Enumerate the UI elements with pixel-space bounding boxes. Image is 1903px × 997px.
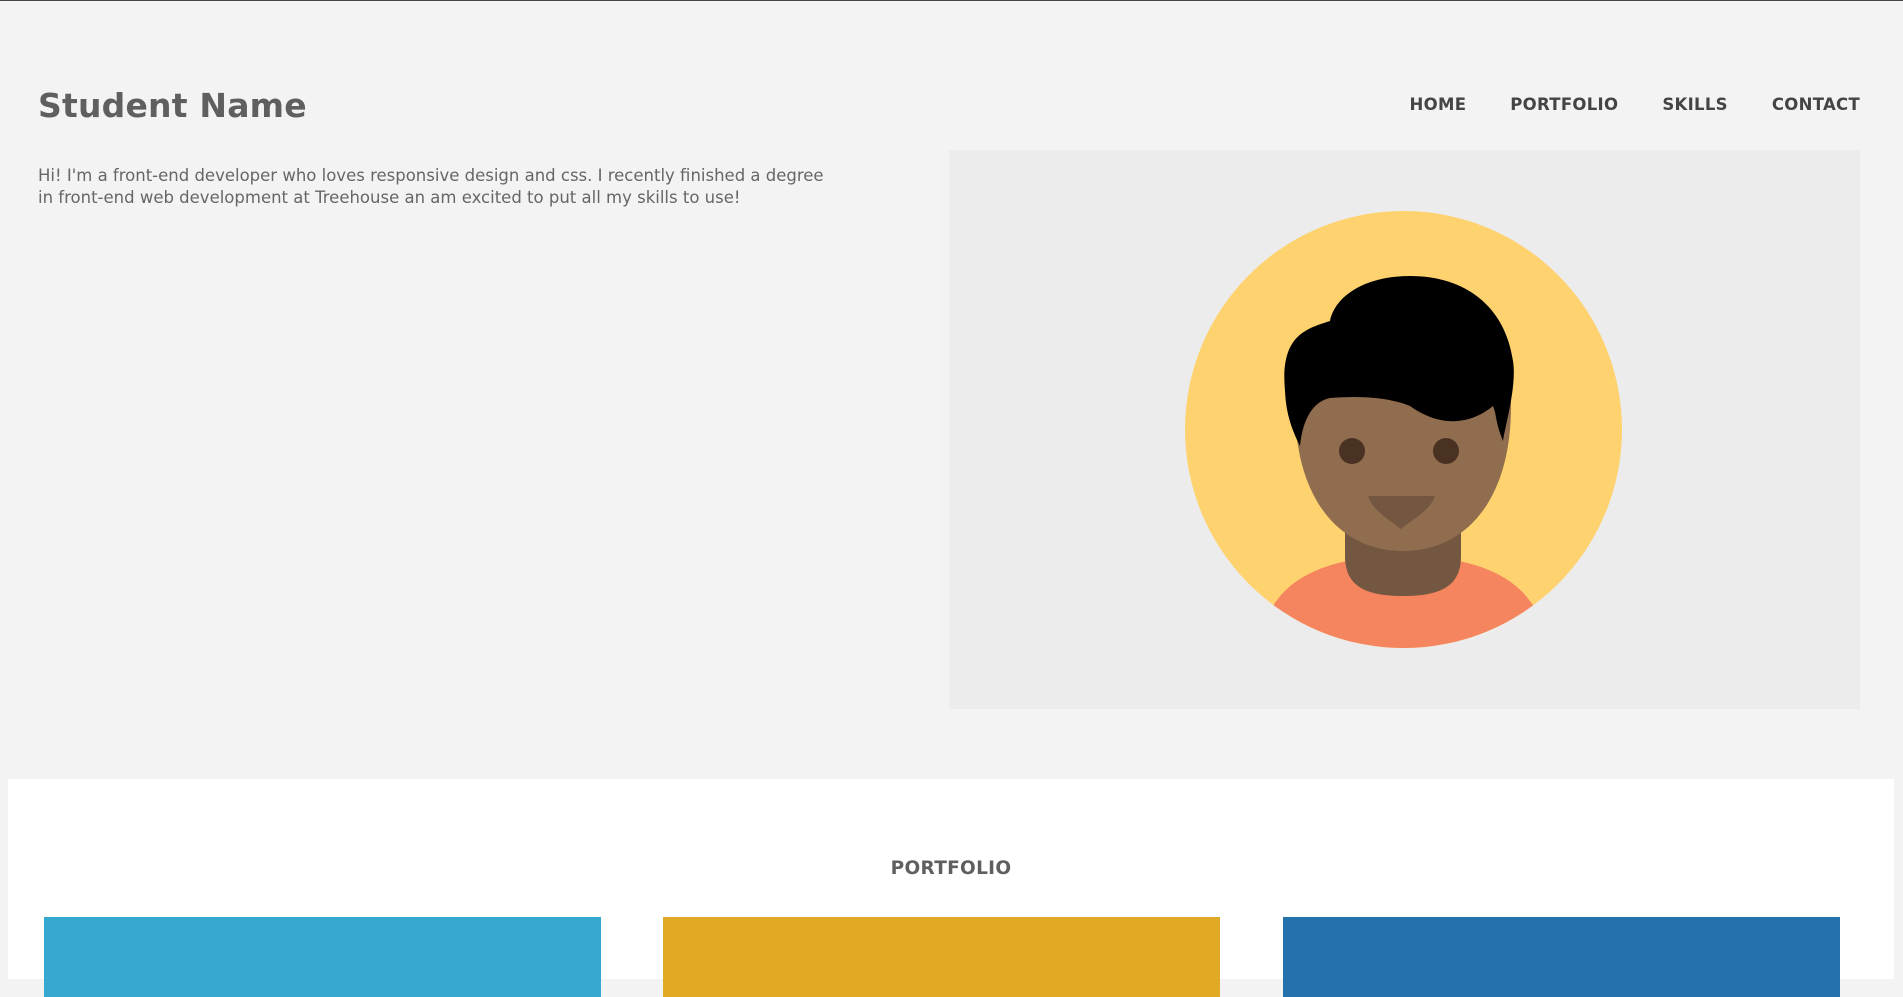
person-avatar-icon <box>1185 211 1622 648</box>
main-nav: HOME PORTFOLIO SKILLS CONTACT <box>1410 95 1860 114</box>
avatar-right-eye <box>1433 438 1459 464</box>
avatar-left-eye <box>1339 438 1365 464</box>
intro-text: Hi! I'm a front-end developer who loves … <box>38 166 824 207</box>
nav-portfolio-link[interactable]: PORTFOLIO <box>1510 95 1618 114</box>
portfolio-card-2[interactable] <box>663 917 1220 997</box>
nav-contact-link[interactable]: CONTACT <box>1772 95 1860 114</box>
site-name: Student Name <box>38 86 307 125</box>
avatar-panel <box>949 150 1860 709</box>
nav-skills-link[interactable]: SKILLS <box>1662 95 1728 114</box>
portfolio-section: PORTFOLIO <box>8 779 1894 997</box>
portfolio-heading: PORTFOLIO <box>890 858 1012 879</box>
nav-home-link[interactable]: HOME <box>1410 95 1467 114</box>
portfolio-card-1[interactable] <box>44 917 601 997</box>
top-border <box>0 0 1903 1</box>
portfolio-card-3[interactable] <box>1283 917 1840 997</box>
